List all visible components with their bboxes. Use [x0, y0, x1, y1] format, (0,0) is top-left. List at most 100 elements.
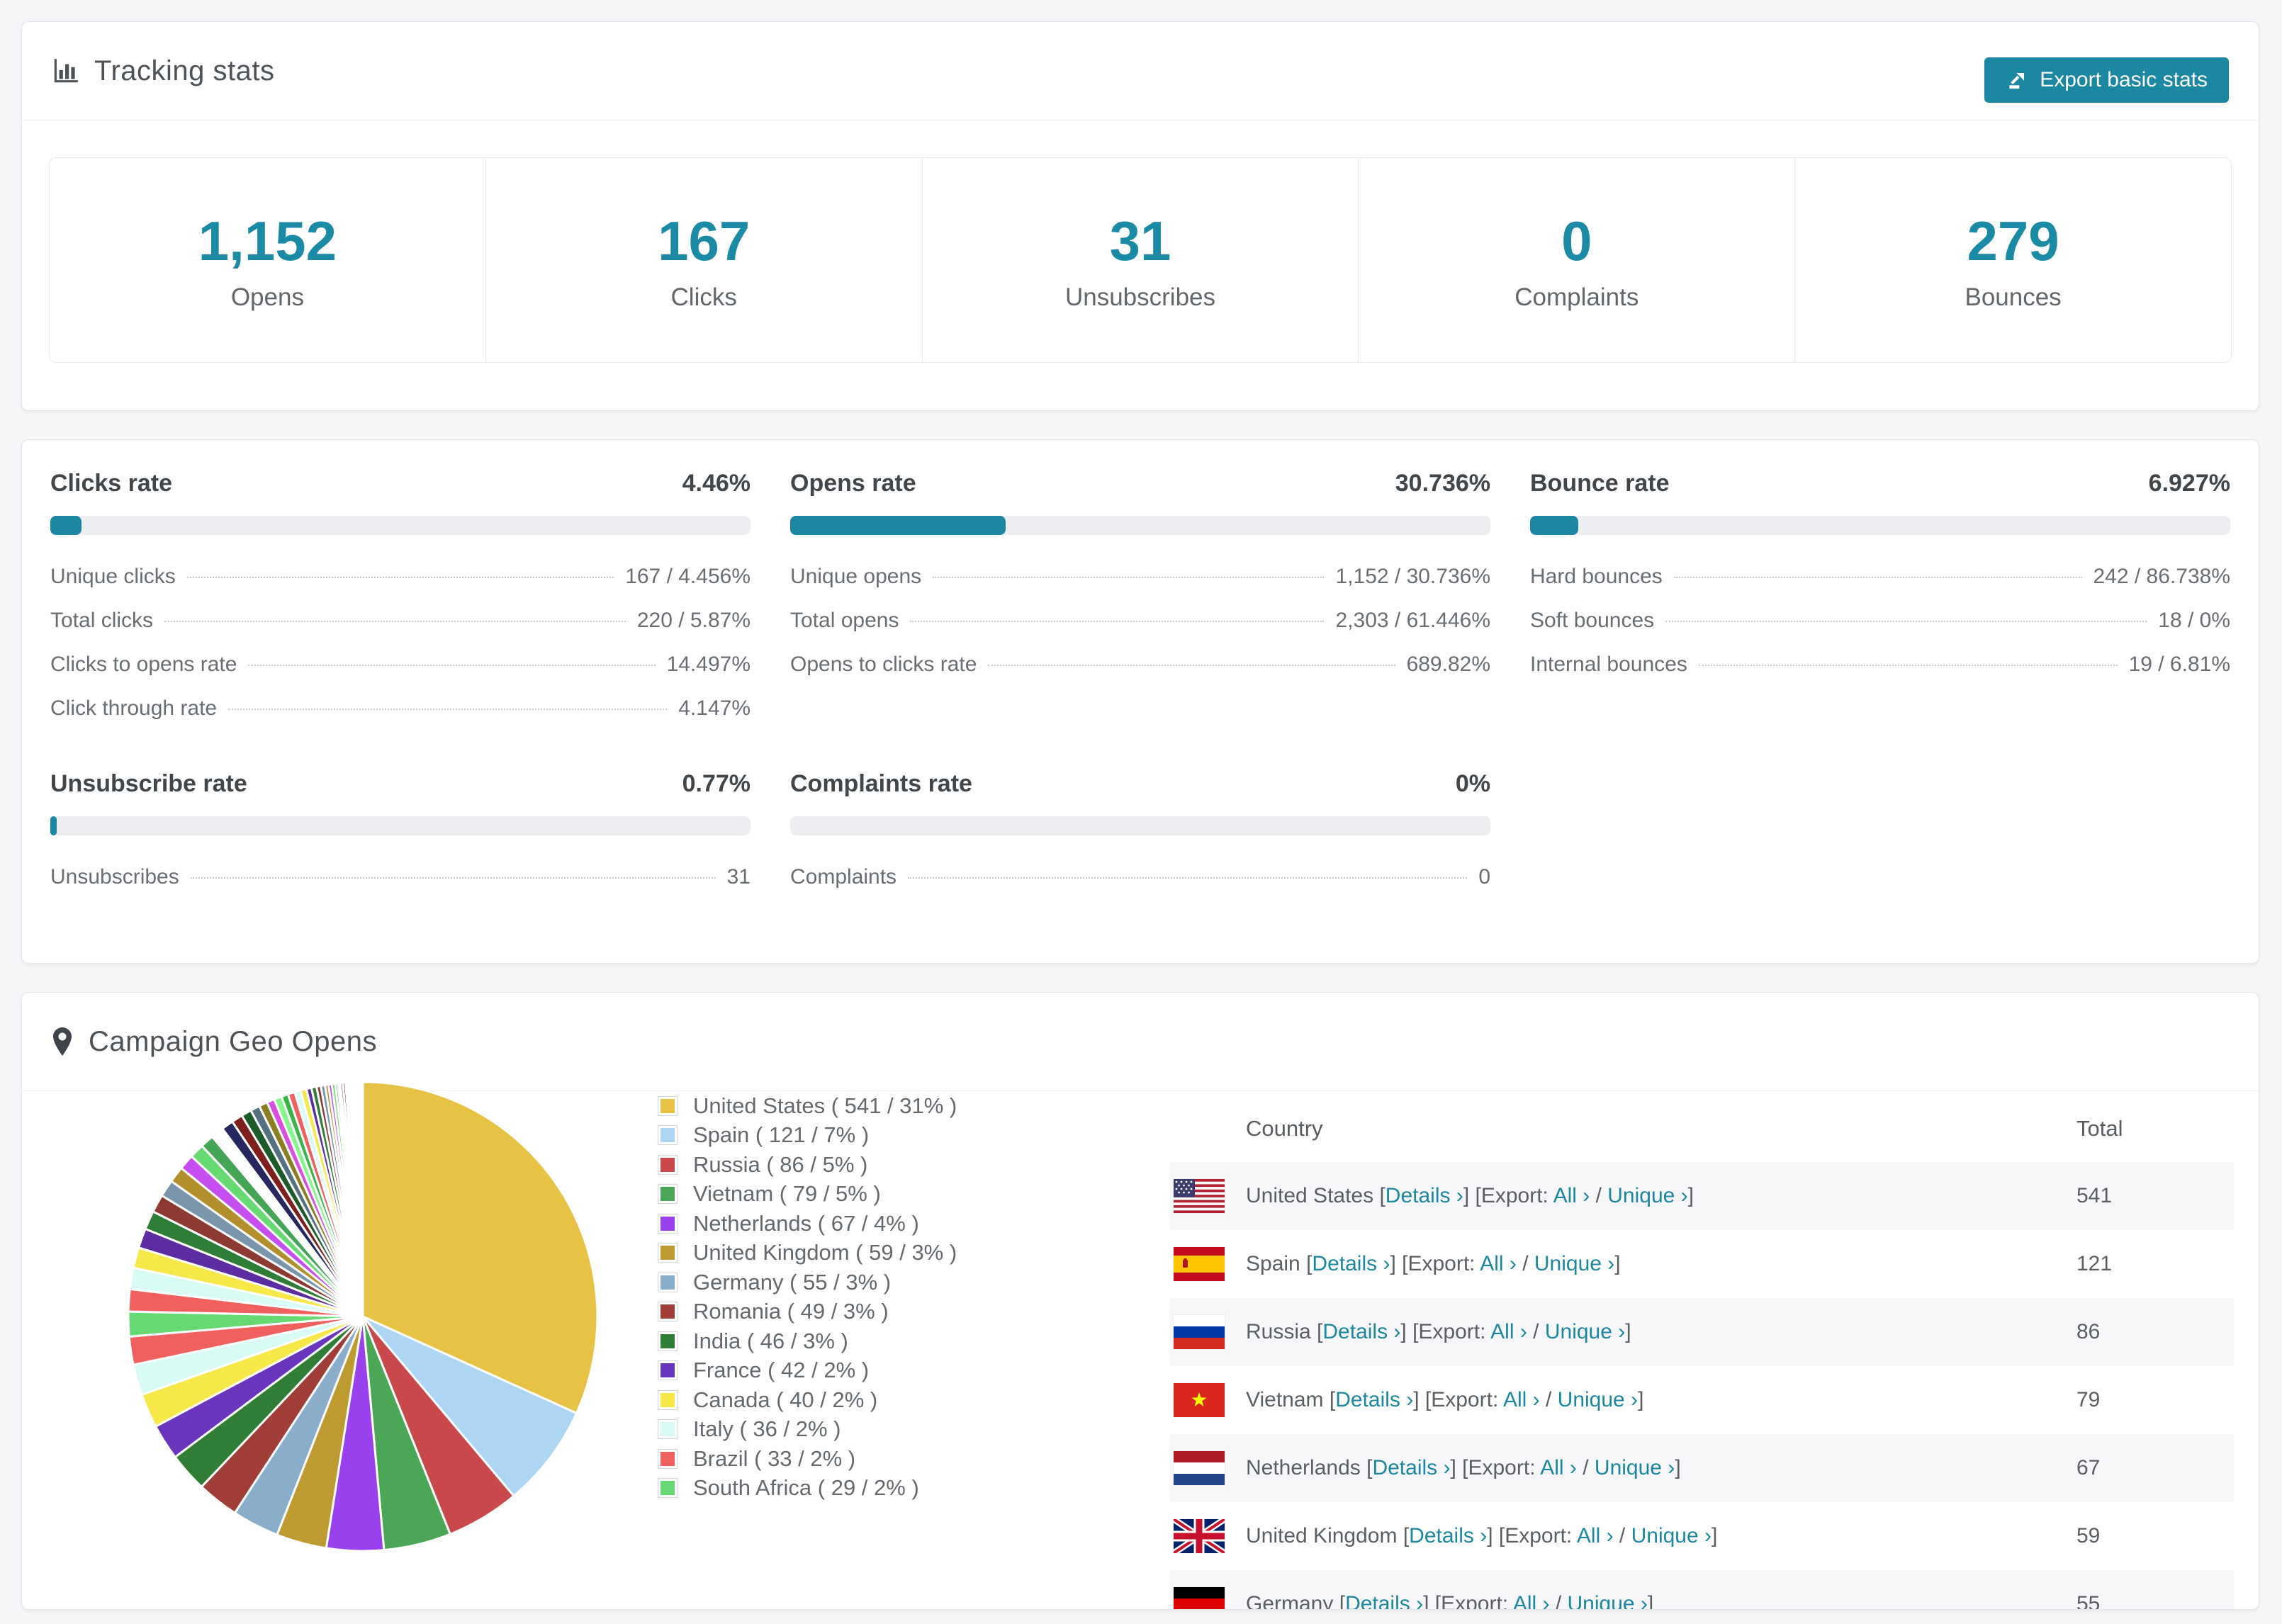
rate-value: 6.927% [2148, 470, 2230, 497]
legend-item-india: India ( 46 / 3% ) [658, 1326, 957, 1356]
metric-value: 19 / 6.81% [2128, 653, 2230, 676]
page-title: Tracking stats [94, 55, 275, 86]
legend-swatch-icon [658, 1419, 678, 1440]
details-link[interactable]: Details › [1372, 1456, 1450, 1479]
metric-value: 689.82% [1406, 653, 1490, 676]
export-all-link[interactable]: All › [1480, 1252, 1517, 1275]
geo-table-row-netherlands: Netherlands [Details ›] [Export: All › /… [1169, 1434, 2234, 1502]
legend-item-italy: Italy ( 36 / 2% ) [658, 1415, 957, 1445]
details-link[interactable]: Details › [1312, 1252, 1390, 1275]
export-all-link[interactable]: All › [1577, 1524, 1614, 1547]
legend-swatch-icon [658, 1184, 678, 1205]
legend-item-france: France ( 42 / 2% ) [658, 1356, 957, 1386]
legend-label: South Africa ( 29 / 2% ) [693, 1475, 919, 1501]
stat-box-clicks: 167 Clicks [485, 158, 922, 362]
export-unique-link[interactable]: Unique › [1558, 1388, 1638, 1411]
legend-label: United Kingdom ( 59 / 3% ) [693, 1240, 957, 1265]
metric-value: 4.147% [678, 697, 751, 720]
export-unique-link[interactable]: Unique › [1631, 1524, 1712, 1547]
rates-card: Clicks rate 4.46% Unique clicks 167 / 4.456… [21, 439, 2259, 964]
export-all-link[interactable]: All › [1490, 1320, 1527, 1343]
stat-label: Clicks [670, 283, 737, 311]
legend-item-germany: Germany ( 55 / 3% ) [658, 1268, 957, 1297]
metric-value: 1,152 / 30.736% [1335, 565, 1490, 588]
export-all-link[interactable]: All › [1503, 1388, 1540, 1411]
export-all-link[interactable]: All › [1513, 1592, 1550, 1609]
total-cell: 541 [2076, 1184, 2113, 1207]
metric-row: Unique clicks 167 / 4.456% [50, 565, 751, 589]
details-link[interactable]: Details › [1345, 1592, 1423, 1609]
details-link[interactable]: Details › [1335, 1388, 1413, 1411]
legend-label: India ( 46 / 3% ) [693, 1328, 848, 1353]
legend-swatch-icon [658, 1360, 678, 1381]
country-cell: Germany [Details ›] [Export: All › / Uni… [1246, 1592, 2076, 1610]
legend-swatch-icon [658, 1243, 678, 1263]
progress-bar [50, 516, 751, 535]
export-all-link[interactable]: All › [1553, 1184, 1590, 1207]
stat-value: 279 [1967, 209, 2059, 272]
export-unique-link[interactable]: Unique › [1595, 1456, 1675, 1479]
flag-gb-icon [1174, 1519, 1225, 1553]
progress-bar-fill [50, 816, 57, 835]
export-unique-link[interactable]: Unique › [1568, 1592, 1648, 1609]
export-basic-stats-button[interactable]: Export basic stats [1984, 57, 2229, 103]
export-unique-link[interactable]: Unique › [1607, 1184, 1687, 1207]
legend-label: Netherlands ( 67 / 4% ) [693, 1210, 919, 1236]
metric-label: Click through rate [50, 697, 218, 720]
legend-swatch-icon [658, 1448, 678, 1469]
dotted-leader [988, 665, 1395, 666]
stat-value: 0 [1561, 209, 1592, 272]
metric-row: Hard bounces 242 / 86.738% [1530, 565, 2230, 589]
country-name: Netherlands [1246, 1456, 1361, 1479]
stat-label: Bounces [1965, 283, 2062, 311]
stat-label: Opens [230, 283, 304, 311]
metric-label: Total clicks [50, 609, 154, 632]
tracking-stats-page: Tracking stats Export basic stats 1,152 O… [0, 0, 2282, 1624]
pie-slice [361, 1081, 364, 1317]
metric-row: Unsubscribes 31 [50, 865, 751, 889]
progress-bar [1530, 516, 2230, 535]
export-all-link[interactable]: All › [1540, 1456, 1577, 1479]
export-icon [2006, 69, 2028, 91]
metric-row: Complaints 0 [790, 865, 1490, 889]
dotted-leader [228, 709, 668, 710]
stat-box-unsubscribes: 31 Unsubscribes [921, 158, 1359, 362]
legend-item-russia: Russia ( 86 / 5% ) [658, 1150, 957, 1180]
legend-item-united-kingdom: United Kingdom ( 59 / 3% ) [658, 1239, 957, 1268]
rate-title: Complaints rate [790, 770, 972, 797]
progress-bar-fill [1530, 516, 1579, 535]
geo-table-row-united-kingdom: United Kingdom [Details ›] [Export: All … [1169, 1502, 2234, 1570]
metric-row: Opens to clicks rate 689.82% [790, 653, 1490, 677]
stat-value: 1,152 [198, 209, 337, 272]
dotted-leader [190, 877, 716, 879]
dotted-leader [186, 577, 614, 578]
metric-row: Unique opens 1,152 / 30.736% [790, 565, 1490, 589]
details-link[interactable]: Details › [1386, 1184, 1463, 1207]
details-link[interactable]: Details › [1322, 1320, 1400, 1343]
total-cell: 121 [2076, 1252, 2113, 1275]
tracking-stats-header: Tracking stats Export basic stats [22, 22, 2259, 120]
country-cell: Netherlands [Details ›] [Export: All › /… [1246, 1456, 1681, 1479]
details-link[interactable]: Details › [1409, 1524, 1487, 1547]
country-name: Germany [1246, 1592, 1334, 1610]
geo-table-row-russia: Russia [Details ›] [Export: All › / Uniq… [1169, 1298, 2234, 1366]
legend-swatch-icon [658, 1154, 678, 1175]
export-unique-link[interactable]: Unique › [1534, 1252, 1614, 1275]
country-cell: United Kingdom [Details ›] [Export: All … [1246, 1524, 1718, 1547]
tracking-stats-card: Tracking stats Export basic stats 1,152 O… [21, 21, 2259, 411]
progress-bar [790, 816, 1490, 835]
flag-us-icon [1174, 1179, 1225, 1213]
export-unique-link[interactable]: Unique › [1545, 1320, 1625, 1343]
legend-label: Brazil ( 33 / 2% ) [693, 1445, 856, 1471]
country-name: United Kingdom [1246, 1524, 1398, 1547]
stat-value: 167 [658, 209, 751, 272]
metric-label: Opens to clicks rate [790, 653, 977, 676]
metric-row: Clicks to opens rate 14.497% [50, 653, 751, 677]
rate-value: 4.46% [682, 470, 751, 497]
metric-value: 167 / 4.456% [625, 565, 751, 588]
stats-summary-row: 1,152 Opens 167 Clicks 31 Unsubscribes 0 Compla… [49, 157, 2232, 363]
metric-value: 242 / 86.738% [2093, 565, 2231, 588]
rates-grid: Clicks rate 4.46% Unique clicks 167 / 4.456… [22, 440, 2259, 889]
stat-value: 31 [1109, 209, 1171, 272]
country-cell: Spain [Details ›] [Export: All › / Uniqu… [1246, 1252, 1621, 1275]
